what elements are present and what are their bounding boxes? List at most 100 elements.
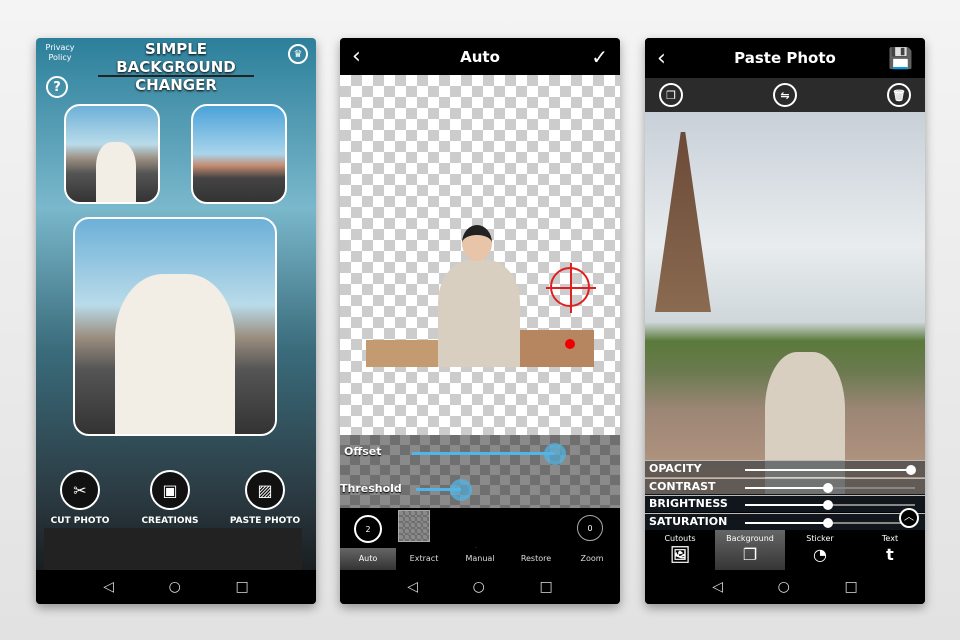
adjust-slider-fill — [745, 469, 911, 471]
adjust-slider-handle[interactable] — [823, 482, 833, 493]
threshold-label: Threshold — [340, 482, 402, 495]
adjust-label: SATURATION — [649, 514, 728, 528]
nav-recent-button[interactable]: □ — [235, 579, 248, 595]
text-icon: t — [886, 545, 894, 564]
tab-sticker[interactable]: Sticker ◔ — [785, 530, 855, 572]
tab-text-label: Text — [881, 534, 899, 543]
creations-label: CREATIONS — [141, 516, 199, 526]
cutout-ground-right — [518, 330, 594, 367]
privacy-policy-link[interactable]: Privacy Policy — [42, 43, 78, 63]
paste-photo-icon: ▨ — [245, 470, 285, 510]
brush-preview[interactable] — [398, 510, 430, 542]
crosshair-icon[interactable] — [546, 263, 596, 313]
header: ‹ Paste Photo 💾 — [645, 38, 925, 78]
sticker-icon: ◔ — [813, 545, 827, 564]
offset-slider-handle[interactable] — [543, 443, 566, 465]
done-check-button[interactable]: ✓ — [591, 45, 608, 69]
header: ‹ Auto ✓ — [340, 38, 620, 75]
tab-background-label: Background — [726, 534, 774, 543]
help-icon[interactable]: ? — [46, 76, 68, 98]
phone-auto-erase: ‹ Auto ✓ Offset Threshold 2 ︿ 0 Auto Extra… — [340, 38, 620, 604]
cutouts-icon: 🖼 — [669, 545, 691, 564]
duplicate-icon[interactable]: ❐ — [659, 83, 683, 107]
nav-back-button[interactable]: ◁ — [712, 579, 723, 595]
adjust-slider-handle[interactable] — [823, 517, 833, 528]
bottom-tabs: Cutouts 🖼 Background ❐ Sticker ◔ Text t — [645, 530, 925, 572]
paste-photo-label: PASTE PHOTO — [229, 516, 301, 526]
adjust-slider-handle[interactable] — [823, 500, 833, 510]
adjust-slider-fill — [745, 486, 828, 489]
redo-button[interactable]: 0 — [577, 515, 603, 541]
nav-back-button[interactable]: ◁ — [103, 579, 114, 595]
undo-button[interactable]: 2 — [354, 515, 382, 543]
sample-photo-road[interactable] — [191, 104, 287, 204]
adjust-brightness: BRIGHTNESS — [645, 495, 925, 512]
adjust-slider-fill — [745, 521, 828, 524]
back-button[interactable]: ‹ — [657, 46, 666, 71]
adjust-label: CONTRAST — [649, 479, 716, 493]
crown-icon[interactable]: ♛ — [288, 44, 308, 64]
nav-home-button[interactable]: ○ — [778, 579, 790, 595]
nav-recent-button[interactable]: □ — [844, 579, 857, 595]
adjust-contrast: CONTRAST — [645, 477, 925, 495]
phone-home-screen: Privacy Policy SIMPLE BACKGROUND CHANGER … — [36, 38, 316, 604]
flip-icon[interactable]: ⇋ — [773, 83, 797, 107]
main-preview-photo — [73, 217, 277, 436]
adjust-slider-fill — [745, 504, 828, 506]
screen-title: Paste Photo — [734, 49, 836, 67]
tab-cutouts[interactable]: Cutouts 🖼 — [645, 530, 715, 572]
adjust-label: BRIGHTNESS — [649, 497, 728, 510]
nav-home-button[interactable]: ○ — [473, 579, 485, 595]
collapse-chevron-button[interactable]: ︿ — [899, 508, 919, 528]
tab-zoom[interactable]: Zoom — [564, 548, 620, 570]
adjust-label: OPACITY — [649, 462, 702, 475]
toolbar: ❐ ⇋ 🗑 — [645, 78, 925, 112]
tab-manual[interactable]: Manual — [452, 548, 508, 570]
tab-restore[interactable]: Restore — [508, 548, 564, 570]
woman-head — [462, 225, 492, 261]
cut-photo-icon: ✂ — [60, 470, 100, 510]
adjust-opacity: OPACITY — [645, 460, 925, 477]
nav-home-button[interactable]: ○ — [169, 579, 181, 595]
nav-back-button[interactable]: ◁ — [407, 579, 418, 595]
offset-slider[interactable] — [412, 452, 555, 455]
redo-count: 0 — [587, 523, 593, 533]
cut-photo-label: CUT PHOTO — [50, 516, 110, 526]
mode-tabs: Auto Extract Manual Restore Zoom — [340, 548, 620, 570]
offset-label: Offset — [344, 445, 382, 458]
title-underline — [98, 75, 254, 77]
back-button[interactable]: ‹ — [352, 44, 361, 69]
save-icon[interactable]: 💾 — [888, 46, 913, 70]
slider-panel: Offset Threshold — [340, 435, 620, 508]
creations-button[interactable]: ▣ CREATIONS — [130, 470, 210, 526]
gallery-icon: ▣ — [150, 470, 190, 510]
delete-icon[interactable]: 🗑 — [887, 83, 911, 107]
touch-point-dot — [565, 339, 575, 349]
system-navbar: ◁ ○ □ — [36, 570, 316, 604]
adjust-slider-handle[interactable] — [906, 465, 916, 475]
tab-auto[interactable]: Auto — [340, 548, 396, 570]
editing-canvas[interactable] — [340, 75, 620, 435]
composed-photo[interactable] — [645, 112, 925, 494]
title-line2: CHANGER — [135, 76, 217, 94]
tab-extract[interactable]: Extract — [396, 548, 452, 570]
tab-text[interactable]: Text t — [855, 530, 925, 572]
threshold-slider-handle[interactable] — [450, 479, 472, 501]
cut-photo-button[interactable]: ✂ CUT PHOTO — [40, 470, 120, 526]
adjust-saturation: SATURATION — [645, 512, 925, 530]
screen-title: Auto — [460, 47, 500, 66]
title-line1: SIMPLE BACKGROUND — [116, 40, 236, 76]
eiffel-tower — [655, 132, 711, 312]
phone-paste-photo: ‹ Paste Photo 💾 ❐ ⇋ 🗑 OPACITY CONTRAST BRIGH… — [645, 38, 925, 604]
tab-background[interactable]: Background ❐ — [715, 530, 785, 572]
nav-recent-button[interactable]: □ — [539, 579, 552, 595]
system-navbar: ◁ ○ □ — [340, 570, 620, 604]
tab-sticker-label: Sticker — [806, 534, 834, 543]
sample-photo-couple[interactable] — [64, 104, 160, 204]
undo-count: 2 — [365, 524, 371, 534]
app-title: SIMPLE BACKGROUND CHANGER — [86, 40, 266, 94]
paste-photo-button[interactable]: ▨ PASTE PHOTO — [225, 470, 305, 526]
cutout-woman — [438, 260, 520, 367]
ad-area — [44, 528, 302, 570]
tab-cutouts-label: Cutouts — [664, 534, 696, 543]
